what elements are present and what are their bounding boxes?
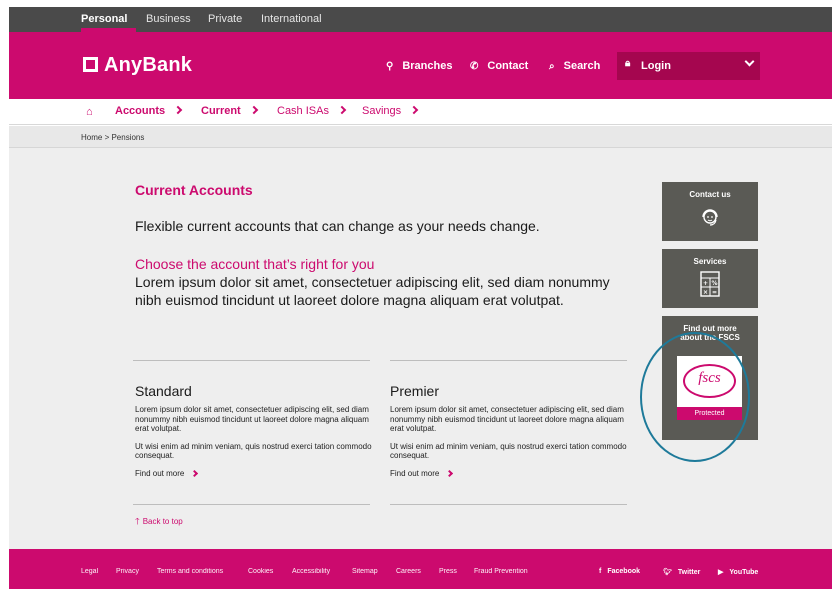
divider xyxy=(133,504,370,505)
chevron-right-icon xyxy=(409,105,419,115)
divider xyxy=(133,360,370,361)
youtube-label: YouTube xyxy=(729,569,759,576)
divider xyxy=(390,360,627,361)
find-out-more-label: Find out more xyxy=(390,468,440,478)
back-to-top-link[interactable]: 🡑 Back to top xyxy=(135,514,183,530)
arrow-up-icon: 🡑 xyxy=(135,516,140,526)
nav-search[interactable]: ⌕ Search xyxy=(549,60,600,72)
chevron-right-icon xyxy=(173,105,183,115)
footer-link-legal[interactable]: Legal xyxy=(81,568,98,575)
headset-icon xyxy=(702,209,718,226)
page: Personal Business Private International … xyxy=(0,0,832,589)
subnav-accounts-label: Accounts xyxy=(115,105,166,117)
contact-us-label: Contact us xyxy=(689,190,731,199)
account-description: Lorem ipsum dolor sit amet, consectetuer… xyxy=(390,405,624,433)
tab-business[interactable]: Business xyxy=(146,13,191,25)
highlight-ring xyxy=(640,332,750,462)
login-label: Login xyxy=(641,60,671,72)
nav-search-label: Search xyxy=(563,60,601,72)
phone-icon: ✆ xyxy=(470,61,479,72)
twitter-label: Twitter xyxy=(677,569,701,576)
chevron-right-icon xyxy=(337,105,347,115)
subnav-cash-isas-label: Cash ISAs xyxy=(277,105,329,117)
anybank-logo[interactable]: AnyBank xyxy=(83,54,192,77)
logo-text: AnyBank xyxy=(104,54,193,76)
lock-icon: 🔒︎ xyxy=(625,58,631,69)
account-description-2: Ut wisi enim ad minim veniam, quis nostr… xyxy=(135,441,372,461)
chevron-right-icon xyxy=(446,469,454,477)
breadcrumb-text[interactable]: Home > Pensions xyxy=(81,133,144,142)
account-title: Standard xyxy=(135,383,192,399)
chevron-right-icon xyxy=(249,105,258,115)
find-out-more-label: Find out more xyxy=(135,468,185,478)
svg-text:+: + xyxy=(703,280,708,287)
subnav-savings-label: Savings xyxy=(362,105,402,117)
nav-branches[interactable]: ⚲ Branches xyxy=(386,60,452,72)
subnav-cash-isas[interactable]: Cash ISAs xyxy=(277,105,347,117)
lead-text: Flexible current accounts that can chang… xyxy=(135,218,540,234)
page-title: Current Accounts xyxy=(135,182,253,198)
nav-contact-label: Contact xyxy=(487,60,529,72)
nav-contact[interactable]: ✆ Contact xyxy=(470,60,528,72)
find-out-more-link[interactable]: Find out more xyxy=(135,469,373,478)
tab-private[interactable]: Private xyxy=(208,13,242,25)
chevron-right-icon xyxy=(191,469,199,477)
footer-link-terms[interactable]: Terms and conditions xyxy=(157,568,223,575)
tab-personal[interactable]: Personal xyxy=(81,13,127,25)
logo-square-icon xyxy=(83,57,98,72)
back-to-top-label: Back to top xyxy=(142,517,183,526)
footer-link-careers[interactable]: Careers xyxy=(396,568,421,575)
subnav-current-label: Current xyxy=(201,105,241,117)
find-out-more-link[interactable]: Find out more xyxy=(390,469,628,478)
active-tab-indicator xyxy=(81,28,136,32)
contact-us-panel[interactable]: Contact us xyxy=(662,182,758,241)
divider xyxy=(390,504,627,505)
account-card-standard: Standard Lorem ipsum dolor sit amet, con… xyxy=(135,383,373,478)
footer-link-accessibility[interactable]: Accessibility xyxy=(292,568,330,575)
tab-international[interactable]: International xyxy=(261,13,322,25)
breadcrumb: Home > Pensions xyxy=(9,126,832,148)
social-twitter[interactable]: 🐦︎ Twitter xyxy=(663,568,700,576)
social-youtube[interactable]: ▶ YouTube xyxy=(718,568,758,576)
site-footer: Legal Privacy Terms and conditions Cooki… xyxy=(9,549,832,589)
section-subtitle: Choose the account that’s right for you xyxy=(135,256,375,272)
chevron-down-icon xyxy=(744,56,755,67)
footer-link-privacy[interactable]: Privacy xyxy=(116,568,139,575)
footer-link-sitemap[interactable]: Sitemap xyxy=(352,568,378,575)
account-card-premier: Premier Lorem ipsum dolor sit amet, cons… xyxy=(390,383,628,478)
footer-link-fraud-prevention[interactable]: Fraud Prevention xyxy=(474,568,528,575)
facebook-icon: f xyxy=(599,568,602,575)
calculator-icon: + % × = xyxy=(700,271,720,297)
login-button[interactable]: 🔒︎ Login xyxy=(617,52,760,80)
svg-text:=: = xyxy=(712,289,717,296)
location-pin-icon: ⚲ xyxy=(386,61,394,72)
social-facebook[interactable]: f Facebook xyxy=(599,568,640,575)
account-description: Lorem ipsum dolor sit amet, consectetuer… xyxy=(135,405,369,433)
youtube-icon: ▶ xyxy=(718,569,724,576)
site-header: AnyBank ⚲ Branches ✆ Contact ⌕ Search 🔒︎ Lo… xyxy=(9,32,832,99)
account-title: Premier xyxy=(390,383,440,399)
nav-branches-label: Branches xyxy=(402,60,453,72)
home-icon[interactable]: ⌂ xyxy=(86,106,93,118)
subnav-current[interactable]: Current xyxy=(201,105,258,117)
subnav-savings[interactable]: Savings xyxy=(362,105,419,117)
footer-link-cookies[interactable]: Cookies xyxy=(248,568,273,575)
product-subnav: ⌂ Accounts Current Cash ISAs Savings xyxy=(9,99,832,125)
subnav-accounts[interactable]: Accounts xyxy=(115,105,183,117)
search-icon: ⌕ xyxy=(549,61,555,72)
svg-text:%: % xyxy=(711,280,717,287)
services-label: Services xyxy=(693,257,727,266)
services-panel[interactable]: Services + % × = xyxy=(662,249,758,308)
facebook-label: Facebook xyxy=(607,568,641,575)
account-description-2: Ut wisi enim ad minim veniam, quis nostr… xyxy=(390,441,627,461)
svg-text:×: × xyxy=(703,289,708,296)
intro-paragraph: Lorem ipsum dolor sit amet, consectetuer… xyxy=(135,274,610,308)
twitter-icon: 🐦︎ xyxy=(663,569,672,576)
footer-link-press[interactable]: Press xyxy=(439,568,457,575)
